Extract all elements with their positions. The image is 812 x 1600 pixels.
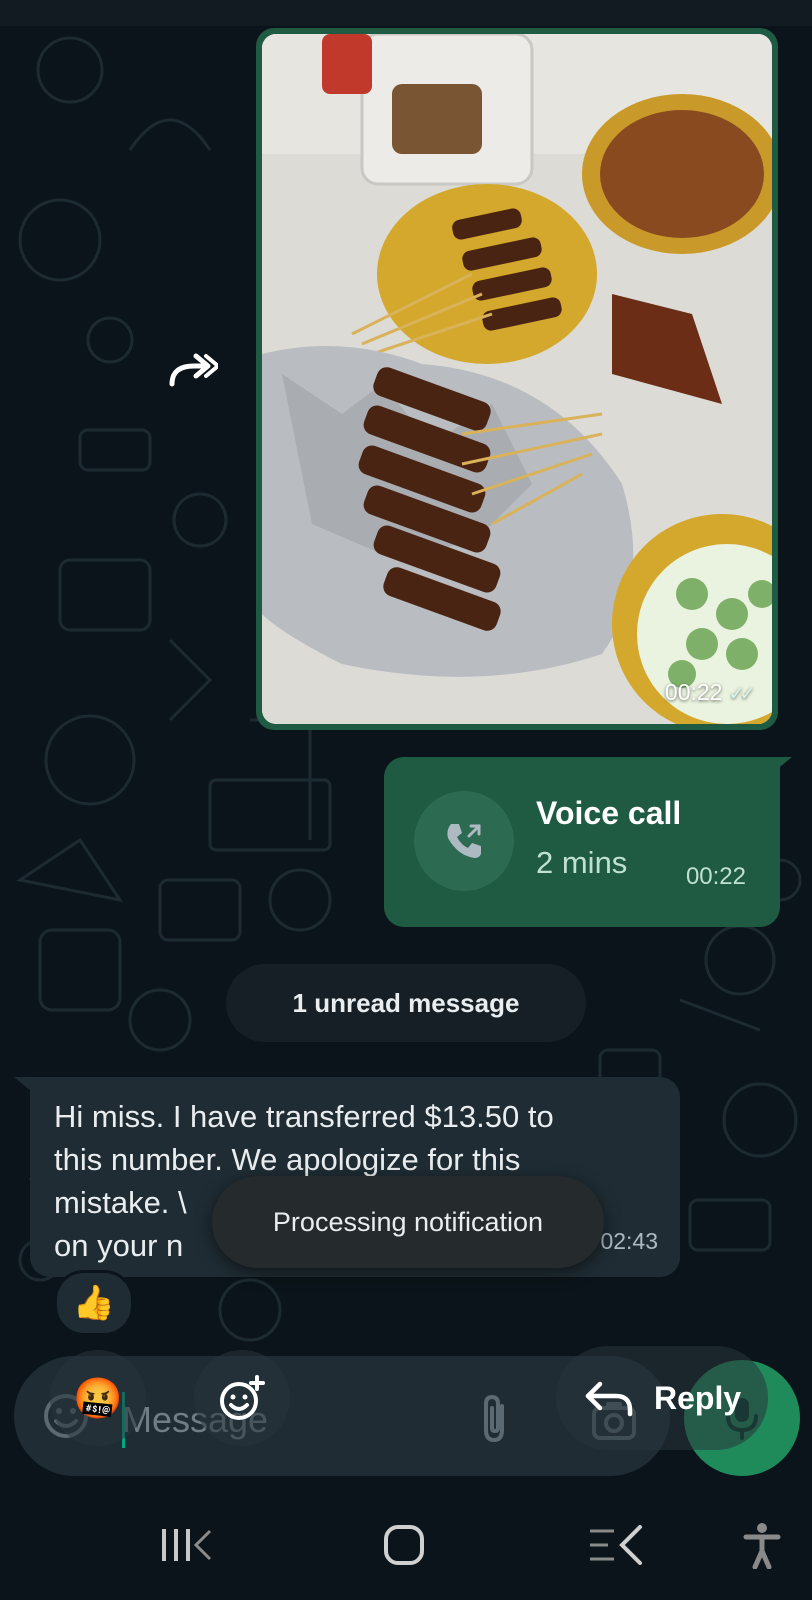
- accessibility-button[interactable]: [722, 1518, 802, 1572]
- back-icon: [590, 1525, 642, 1565]
- status-strip: [0, 0, 812, 26]
- add-emoji-icon: [220, 1375, 265, 1420]
- curse-emoji-button[interactable]: 🤬: [50, 1350, 146, 1446]
- call-title: Voice call: [536, 795, 682, 831]
- reply-arrow-icon: [585, 1381, 633, 1417]
- image-message-bubble[interactable]: 00:22 ✓✓: [256, 28, 778, 730]
- message-photo[interactable]: 00:22 ✓✓: [262, 34, 772, 724]
- call-time: 00:22: [685, 863, 746, 890]
- unread-messages-divider: 1 unread message: [226, 964, 586, 1042]
- voice-call-bubble[interactable]: Voice call 2 mins 00:22: [384, 757, 780, 927]
- reply-label: Reply: [654, 1379, 742, 1416]
- reply-button[interactable]: Reply: [556, 1346, 768, 1450]
- call-duration: 2 mins: [536, 845, 628, 880]
- home-button[interactable]: [364, 1518, 444, 1572]
- forward-button[interactable]: [156, 334, 228, 406]
- back-button[interactable]: [576, 1518, 656, 1572]
- double-check-icon: ✓✓: [728, 683, 755, 705]
- attach-button[interactable]: [470, 1392, 520, 1448]
- reaction-thumbs-up[interactable]: 👍: [54, 1270, 134, 1336]
- recent-apps-button[interactable]: [146, 1518, 226, 1572]
- paperclip-icon: [484, 1394, 504, 1443]
- accessibility-icon: [743, 1523, 781, 1569]
- toast-notification: Processing notification: [212, 1176, 604, 1268]
- add-reaction-button[interactable]: [194, 1350, 290, 1446]
- image-message-time: 00:22 ✓✓: [664, 679, 756, 705]
- phone-outgoing-icon: [447, 824, 481, 858]
- forward-arrow-icon: [169, 353, 218, 387]
- home-icon: [384, 1525, 424, 1565]
- message-time: 02:43: [600, 1228, 658, 1254]
- recent-apps-icon: [162, 1529, 212, 1561]
- call-icon-circle: [414, 791, 514, 891]
